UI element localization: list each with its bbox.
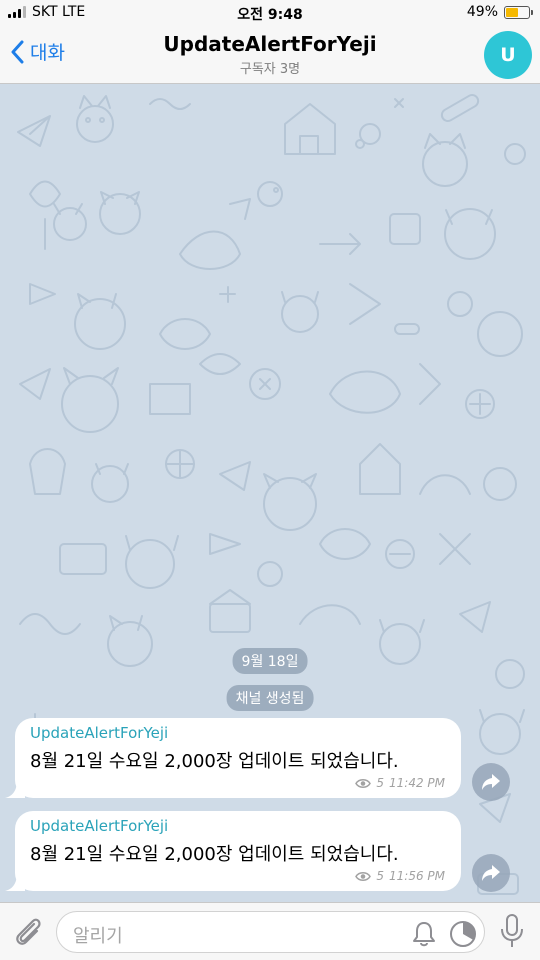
share-arrow-icon (482, 865, 500, 881)
chat-header[interactable]: UpdateAlertForYeji 구독자 3명 (0, 32, 540, 77)
bubble-tail (5, 780, 25, 798)
message-text: 8월 21일 수요일 2,000장 업데이트 되었습니다. (30, 751, 399, 772)
battery-icon (504, 5, 533, 19)
view-count: 5 (376, 869, 384, 883)
message-sender[interactable]: UpdateAlertForYeji (30, 817, 168, 835)
status-bar: SKT LTE 오전 9:48 49% (0, 0, 540, 26)
message-meta: 5 11:56 PM (355, 869, 445, 883)
eye-icon (355, 871, 372, 881)
message-bubble[interactable]: UpdateAlertForYeji 8월 21일 수요일 2,000장 업데이… (5, 811, 461, 891)
message-time: 11:56 PM (389, 869, 445, 883)
view-count: 5 (376, 776, 384, 790)
status-right: 49% (466, 4, 533, 20)
battery-percent: 49% (466, 4, 498, 20)
bubble-tail (5, 873, 25, 891)
share-arrow-icon (482, 774, 500, 790)
message-bubble[interactable]: UpdateAlertForYeji 8월 21일 수요일 2,000장 업데이… (5, 718, 461, 798)
message-sender[interactable]: UpdateAlertForYeji (30, 724, 168, 742)
service-message: 채널 생성됨 (226, 685, 314, 711)
share-button[interactable] (472, 854, 510, 892)
message-text: 8월 21일 수요일 2,000장 업데이트 되었습니다. (30, 844, 399, 865)
status-time: 오전 9:48 (237, 7, 303, 23)
message-meta: 5 11:42 PM (355, 776, 445, 790)
message-input[interactable]: 알리기 (56, 911, 485, 953)
bell-icon[interactable] (412, 921, 436, 947)
chat-subtitle: 구독자 3명 (239, 62, 301, 77)
message-input-placeholder: 알리기 (73, 926, 123, 947)
battery-fill (506, 7, 518, 17)
avatar[interactable]: U (484, 31, 532, 79)
share-button[interactable] (472, 763, 510, 801)
eye-icon (355, 778, 372, 788)
input-bar: 알리기 (0, 902, 540, 960)
chat-title: UpdateAlertForYeji (163, 32, 377, 56)
message-time: 11:42 PM (389, 776, 445, 790)
clock-icon[interactable] (449, 920, 477, 948)
date-separator: 9월 18일 (232, 648, 308, 674)
nav-bar: 대화 UpdateAlertForYeji 구독자 3명 U (0, 26, 540, 84)
microphone-icon[interactable] (499, 913, 525, 949)
chat-area[interactable]: 9월 18일 채널 생성됨 UpdateAlertForYeji 8월 21일 … (0, 84, 540, 902)
paperclip-icon[interactable] (12, 915, 44, 949)
